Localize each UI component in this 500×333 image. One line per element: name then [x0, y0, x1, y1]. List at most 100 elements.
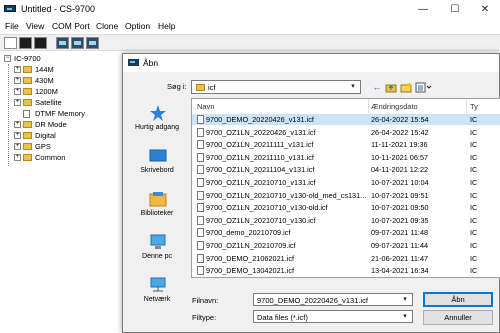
file-row[interactable]: 9700_OZ1LN_20211104_v131.icf 04-11-2021 1…	[192, 164, 500, 175]
column-name[interactable]: Navn	[197, 99, 215, 113]
expand-icon[interactable]: +	[14, 121, 21, 128]
cancel-button[interactable]: Annuller	[423, 310, 493, 325]
menu-help[interactable]: Help	[158, 21, 175, 31]
network-icon	[150, 277, 166, 292]
column-date[interactable]: Ændringsdato	[371, 99, 418, 113]
tree-item-label: 430M	[35, 76, 54, 85]
folder-icon	[23, 143, 32, 150]
file-row[interactable]: 9700_OZ1LN_20210709.icf 09-07-2021 11:44 I…	[192, 240, 500, 251]
column-divider[interactable]	[368, 99, 369, 113]
read-from-radio-icon[interactable]	[56, 37, 69, 49]
dialog-app-icon	[128, 59, 139, 66]
column-divider[interactable]	[466, 99, 467, 113]
filetype-select[interactable]: Data files (*.icf) ▾	[253, 310, 413, 323]
file-icon	[197, 190, 204, 200]
file-name: 9700_OZ1LN_20211104_v131.icf	[206, 165, 315, 175]
file-date: 21-06-2021 11:47	[371, 253, 429, 263]
filename-label: Filnavn:	[192, 296, 219, 305]
folder-icon	[23, 132, 32, 139]
expand-icon[interactable]: +	[14, 77, 21, 84]
open-folder-icon[interactable]	[19, 37, 32, 49]
expand-icon[interactable]: +	[14, 132, 21, 139]
file-name: 9700_OZ1LN_20211111_v131.icf	[206, 140, 314, 150]
file-date: 09-07-2021 11:48	[371, 228, 429, 238]
file-icon	[197, 127, 204, 137]
file-row[interactable]: 9700_demo_20210709.icf 09-07-2021 11:48 IC	[192, 227, 500, 238]
file-row[interactable]: 9700_OZ1LN_20210710_v131.icf 10-07-2021 1…	[192, 177, 500, 188]
dialog-title: Åbn	[143, 58, 159, 68]
collapse-icon[interactable]: −	[4, 55, 11, 62]
write-to-radio-icon[interactable]	[71, 37, 84, 49]
maximize-button[interactable]: ☐	[440, 0, 470, 19]
file-type: IC	[470, 115, 478, 124]
back-arrow-icon[interactable]: ←	[371, 82, 383, 93]
open-button[interactable]: Åbn	[423, 292, 493, 307]
menu-file[interactable]: File	[5, 21, 19, 31]
place-network[interactable]: Netværk	[125, 272, 189, 320]
file-type: IC	[470, 152, 478, 162]
title-bar: Untitled - CS-9700 — ☐ ✕	[0, 0, 500, 19]
file-type: IC	[470, 165, 478, 175]
place-this-pc[interactable]: Denne pc	[125, 229, 189, 277]
file-row[interactable]: 9700_OZ1LN_20210710_v130-old_med_cs131..…	[192, 190, 500, 201]
expand-icon[interactable]: +	[14, 88, 21, 95]
minimize-button[interactable]: —	[408, 0, 438, 19]
tree-item-label: Digital	[35, 131, 56, 140]
toolbar	[0, 34, 500, 51]
place-quick-access[interactable]: Hurtig adgang	[125, 100, 189, 148]
menu-com-port[interactable]: COM Port	[52, 21, 90, 31]
filename-input[interactable]: 9700_DEMO_20220426_v131.icf ▾	[253, 293, 413, 306]
folder-icon	[23, 88, 32, 95]
file-type: IC	[470, 228, 478, 238]
file-icon	[197, 266, 204, 276]
radio-info-icon[interactable]	[86, 37, 99, 49]
file-row[interactable]: 9700_DEMO_21062021.icf 21-06-2021 11:47 IC	[192, 253, 500, 264]
file-name: 9700_DEMO_13042021.icf	[206, 266, 295, 276]
file-row[interactable]: 9700_DEMO_20220426_v131.icf 26-04-2022 15…	[192, 114, 500, 125]
computer-icon	[150, 234, 166, 249]
new-folder-icon[interactable]	[400, 82, 412, 93]
file-name: 9700_DEMO_20220426_v131.icf	[206, 115, 314, 124]
file-type: IC	[470, 253, 478, 263]
menu-view[interactable]: View	[26, 21, 44, 31]
file-row[interactable]: 9700_DEMO_13042021.icf 13-04-2021 16:34 IC	[192, 265, 500, 276]
channel-tree: − IC-9700 + 144M + 430M + 1200M + Satell…	[2, 54, 120, 333]
place-desktop[interactable]: Skrivebord	[125, 143, 189, 191]
expand-icon[interactable]: +	[14, 99, 21, 106]
file-icon	[197, 140, 204, 150]
file-name: 9700_OZ1LN_20211110_v131.icf	[206, 152, 314, 162]
filetype-label: Filtype:	[192, 313, 217, 322]
file-name: 9700_OZ1LN_20210710_v130-old_med_cs131..…	[206, 190, 366, 200]
dialog-title-bar: Åbn	[123, 54, 499, 72]
expand-icon[interactable]: +	[14, 143, 21, 150]
column-type[interactable]: Ty	[470, 99, 478, 113]
chevron-down-icon[interactable]: ▾	[400, 312, 410, 322]
chevron-down-icon[interactable]: ▾	[400, 295, 410, 305]
file-row[interactable]: 9700_OZ1LN_20211111_v131.icf 11-11-2021 1…	[192, 139, 500, 150]
file-row[interactable]: 9700_OZ1LN_20210710_v130.icf 10-07-2021 0…	[192, 215, 500, 226]
chevron-down-icon[interactable]: ▾	[348, 82, 358, 92]
menu-clone[interactable]: Clone	[96, 21, 118, 31]
expand-icon[interactable]: +	[14, 154, 21, 161]
file-date: 11-11-2021 19:36	[371, 140, 428, 150]
look-in-value: icf	[208, 83, 216, 92]
menu-option[interactable]: Option	[125, 21, 150, 31]
places-bar: Hurtig adgang Skrivebord Biblioteker Den…	[125, 98, 189, 326]
look-in-dropdown[interactable]: icf ▾	[191, 80, 361, 94]
place-libraries[interactable]: Biblioteker	[125, 186, 189, 234]
expand-icon[interactable]: +	[14, 66, 21, 73]
file-row[interactable]: 9700_OZ1LN_20210710_v130-old.icf 10-07-20…	[192, 202, 500, 213]
libraries-icon	[149, 192, 167, 207]
up-folder-icon[interactable]	[385, 82, 397, 93]
file-type: IC	[470, 266, 478, 276]
file-row[interactable]: 9700_OZ1LN_20211110_v131.icf 10-11-2021 0…	[192, 152, 500, 163]
view-menu-icon[interactable]	[415, 82, 433, 93]
tree-item-label: DR Mode	[35, 120, 67, 129]
new-file-icon[interactable]	[4, 37, 17, 49]
file-icon	[197, 152, 204, 162]
close-button[interactable]: ✕	[470, 0, 500, 19]
save-icon[interactable]	[34, 37, 47, 49]
file-row[interactable]: 9700_OZ1LN_20220426_v131.icf 26-04-2022 1…	[192, 127, 500, 138]
file-icon	[197, 215, 204, 225]
folder-icon	[23, 66, 32, 73]
